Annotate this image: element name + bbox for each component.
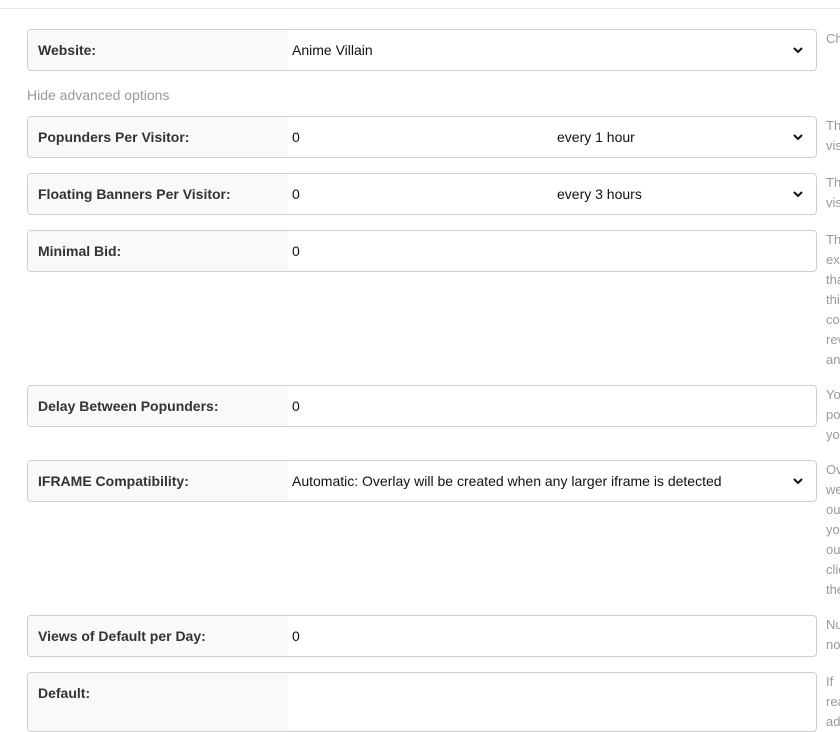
- minimal-bid-label: Minimal Bid:: [28, 231, 288, 271]
- delay-label: Delay Between Popunders:: [28, 386, 288, 426]
- website-value: Anime Villain: [292, 42, 373, 58]
- popunders-row: Popunders Per Visitor: 0 every 1 hour: [27, 116, 817, 158]
- chevron-down-icon: [793, 47, 803, 54]
- floating-banners-help: Th vis: [826, 175, 840, 210]
- views-default-row: Views of Default per Day: 0: [27, 615, 817, 657]
- default-row: Default:: [27, 672, 817, 732]
- floating-banners-input[interactable]: 0: [292, 174, 816, 214]
- chevron-down-icon: [793, 478, 803, 485]
- website-label: Website:: [28, 30, 288, 70]
- delay-row: Delay Between Popunders: 0: [27, 385, 817, 427]
- minimal-bid-row: Minimal Bid: 0: [27, 230, 817, 272]
- chevron-down-icon: [793, 191, 803, 198]
- default-help: Ifreaad: [826, 674, 840, 729]
- popunders-frequency-select[interactable]: every 1 hour: [557, 117, 635, 157]
- default-textarea[interactable]: [292, 673, 816, 731]
- default-label: Default:: [28, 673, 288, 731]
- top-divider: [0, 8, 840, 9]
- floating-banners-row: Floating Banners Per Visitor: 0 every 3 …: [27, 173, 817, 215]
- website-select[interactable]: Website: Anime Villain: [27, 29, 817, 71]
- iframe-compatibility-select[interactable]: IFRAME Compatibility: Automatic: Overlay…: [27, 460, 817, 502]
- iframe-value: Automatic: Overlay will be created when …: [292, 473, 722, 489]
- iframe-help: Ovweouyoouclicthe: [826, 462, 840, 597]
- iframe-label: IFRAME Compatibility:: [28, 461, 288, 501]
- website-help: Ch: [826, 31, 840, 46]
- popunders-help: Th vis: [826, 118, 840, 153]
- floating-banners-frequency-select[interactable]: every 3 hours: [557, 174, 642, 214]
- delay-help: Yo po yo: [826, 387, 840, 442]
- popunders-label: Popunders Per Visitor:: [28, 117, 288, 157]
- popunders-input[interactable]: 0: [292, 117, 816, 157]
- chevron-down-icon: [793, 134, 803, 141]
- views-default-input[interactable]: 0: [292, 616, 816, 656]
- views-default-help: Nu no: [826, 617, 840, 652]
- views-default-label: Views of Default per Day:: [28, 616, 288, 656]
- hide-advanced-options-link[interactable]: Hide advanced options: [27, 87, 169, 103]
- minimal-bid-input[interactable]: 0: [292, 231, 816, 271]
- delay-input[interactable]: 0: [292, 386, 816, 426]
- minimal-bid-help: Thexthathicorevan: [826, 232, 840, 367]
- floating-banners-label: Floating Banners Per Visitor:: [28, 174, 288, 214]
